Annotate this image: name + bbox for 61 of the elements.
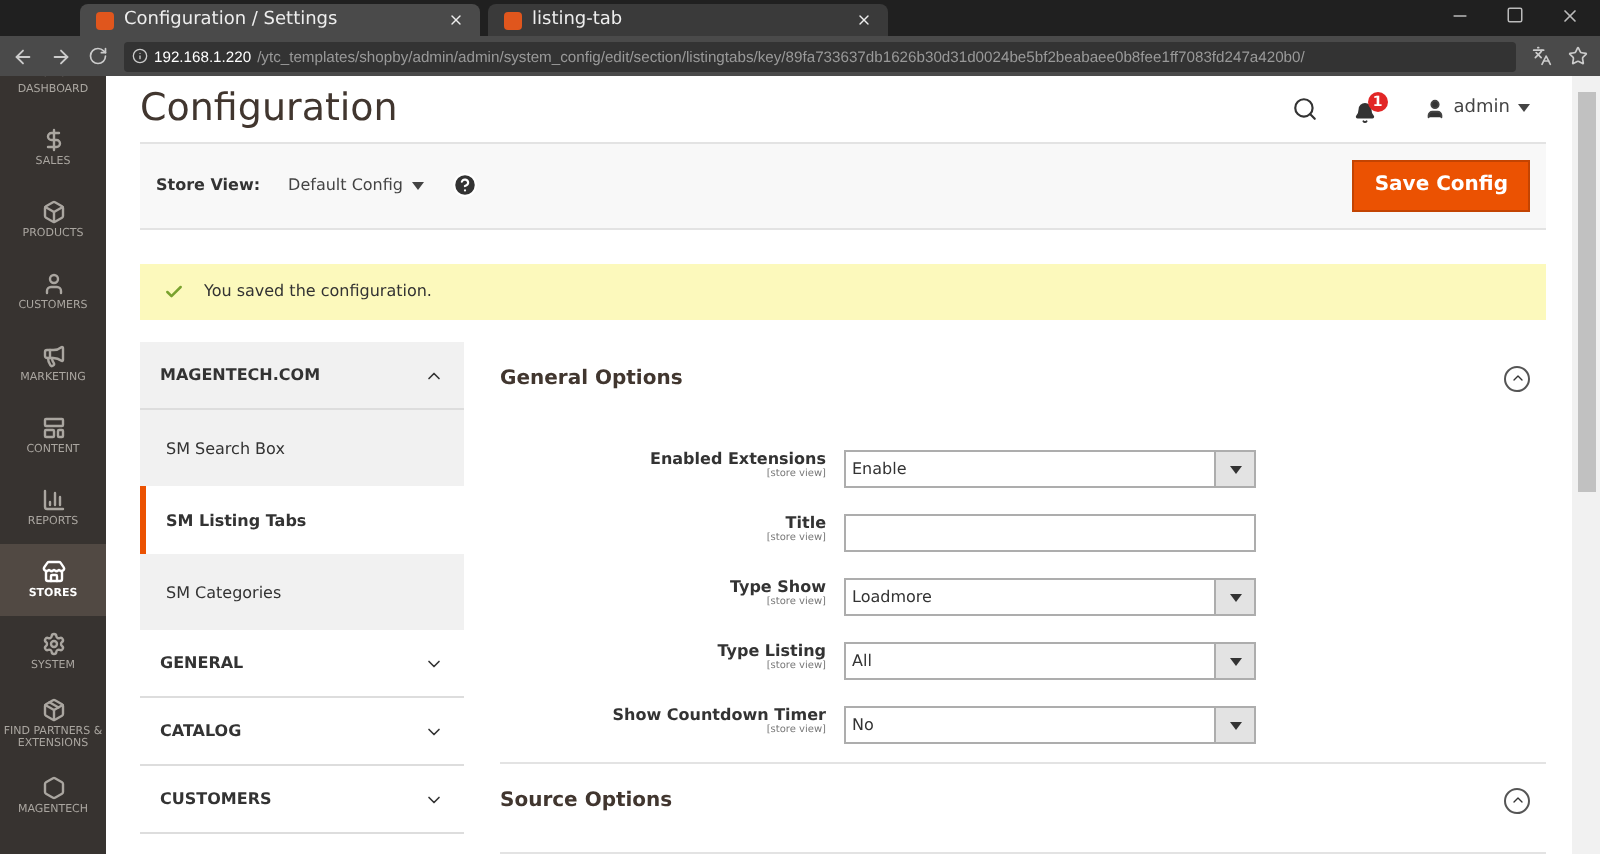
caret-icon (1229, 465, 1241, 473)
favicon-icon (504, 11, 522, 29)
close-icon[interactable] (1560, 5, 1580, 25)
bar-chart-icon (41, 487, 65, 512)
user-menu[interactable]: admin (1423, 97, 1530, 120)
storefront-icon (41, 559, 65, 584)
page-title: Configuration (140, 86, 400, 131)
success-message: You saved the configuration. (140, 263, 1546, 320)
caret-icon (1518, 104, 1530, 113)
caret-icon (1229, 593, 1241, 601)
store-view-switcher[interactable]: Default Config (288, 176, 423, 195)
caret-icon (1229, 657, 1241, 665)
save-config-button[interactable]: Save Config (1352, 159, 1530, 212)
close-icon[interactable] (856, 12, 872, 28)
translate-icon[interactable] (1532, 46, 1552, 66)
field-label: Type Listing (717, 642, 826, 660)
search-icon[interactable] (1291, 95, 1318, 122)
field-label: Title (785, 514, 826, 532)
select-field[interactable]: All (844, 642, 1256, 680)
field-label: Show Countdown Timer (612, 706, 826, 724)
box-icon (41, 199, 65, 224)
config-group[interactable]: MAGENTECH.COM (140, 342, 464, 410)
section-title: General Options (500, 367, 683, 389)
help-icon[interactable] (451, 172, 477, 199)
chevron-up-icon (1509, 792, 1525, 808)
section-title: Source Options (500, 789, 673, 811)
select-field[interactable]: Loadmore (844, 578, 1256, 616)
maximize-icon[interactable] (1506, 5, 1524, 23)
select-field[interactable]: No (844, 706, 1256, 744)
caret-icon (411, 181, 423, 190)
select-field[interactable]: Enable (844, 450, 1256, 488)
field-label: Type Show (729, 578, 826, 596)
gear-icon (41, 631, 65, 656)
package-icon (41, 697, 65, 722)
dollar-icon (41, 127, 65, 152)
forward-icon[interactable] (50, 45, 72, 67)
browser-tab[interactable]: listing-tab (488, 4, 888, 36)
browser-tab[interactable]: Configuration / Settings (80, 4, 480, 36)
favicon-icon (96, 11, 114, 29)
scrollbar[interactable] (1572, 76, 1600, 854)
layout-icon (41, 415, 65, 440)
config-nav-item[interactable]: SM Categories (140, 554, 464, 630)
person-icon (1423, 97, 1446, 120)
store-view-label: Store View: (156, 176, 261, 195)
reload-icon[interactable] (88, 46, 108, 66)
caret-icon (1229, 721, 1241, 729)
bookmark-star-icon[interactable] (1568, 46, 1588, 66)
close-icon[interactable] (448, 12, 464, 28)
collapse-toggle[interactable] (1504, 365, 1530, 391)
hexagon-icon (41, 775, 65, 800)
chevron-up-icon (1509, 370, 1525, 386)
back-icon[interactable] (12, 45, 34, 67)
check-icon (164, 281, 184, 302)
info-icon (132, 48, 148, 64)
field-label: Enabled Extensions (650, 450, 826, 468)
person-icon (41, 271, 65, 296)
text-field[interactable] (844, 514, 1256, 552)
megaphone-icon (41, 343, 65, 368)
config-nav-item[interactable]: SM Search Box (140, 410, 464, 486)
collapse-toggle[interactable] (1504, 787, 1530, 813)
bell-icon (1353, 102, 1376, 125)
